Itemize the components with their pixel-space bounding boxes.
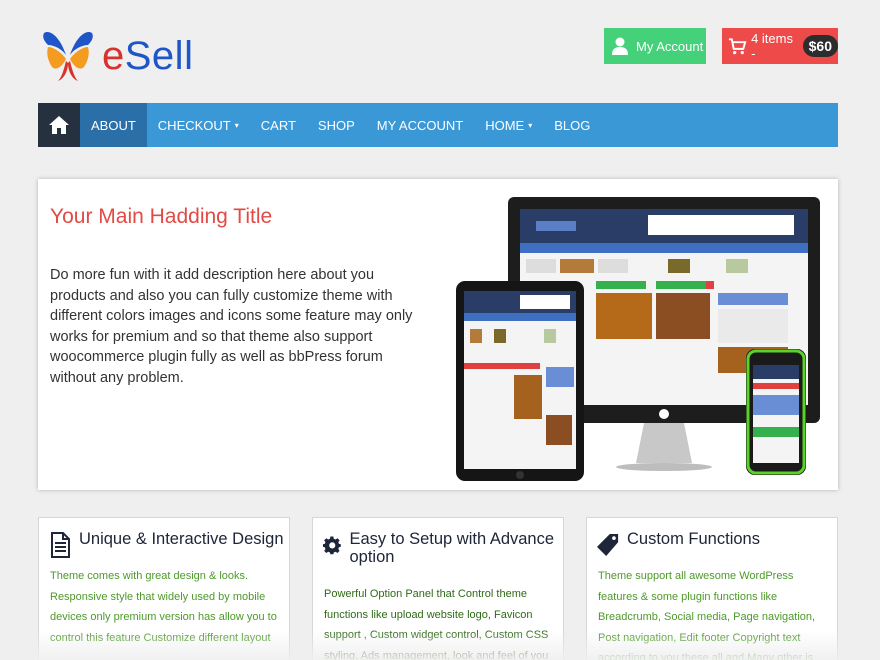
nav-label-my-account: MY ACCOUNT: [376, 117, 464, 133]
cart-items-count: 4 items -: [751, 31, 793, 61]
feature-text: Theme comes with great design & looks. R…: [50, 570, 277, 644]
nav-item-checkout[interactable]: CHECKOUT ▾: [147, 103, 250, 147]
nav-item-cart[interactable]: CART: [250, 103, 307, 147]
main-nav: ABOUT CHECKOUT ▾ CART SHOP MY ACCOUNT HOM…: [38, 103, 838, 147]
nav-label-home: HOME: [485, 117, 525, 133]
gear-icon: [323, 536, 341, 555]
hero-title: Your Main Hadding Title: [50, 205, 273, 228]
logo-text: eSell: [102, 34, 193, 79]
feature-text: Theme support all awesome WordPress feat…: [598, 570, 816, 660]
logo-text-rest: Sell: [124, 33, 194, 78]
nav-label-checkout: CHECKOUT: [157, 117, 231, 133]
nav-label-cart: CART: [260, 117, 296, 133]
tag-icon: [597, 534, 619, 556]
nav-label-about: ABOUT: [91, 117, 136, 133]
nav-label-blog: BLOG: [554, 117, 591, 133]
hero-section: Your Main Hadding Title Do more fun with…: [38, 179, 838, 490]
home-button[interactable]: [38, 103, 80, 147]
feature-heading: Easy to Setup with Advance option: [323, 530, 563, 566]
feature-heading: Unique & Interactive Design: [49, 530, 284, 558]
caret-down-icon: ▾: [234, 120, 239, 130]
feature-card-functions: Custom Functions Theme support all aweso…: [586, 517, 838, 660]
my-account-label: My Account: [636, 38, 704, 54]
cart-icon: [728, 38, 747, 55]
document-icon: [51, 532, 70, 558]
cart-total-badge: $60: [802, 35, 838, 57]
butterfly-logo-icon: [43, 31, 93, 81]
nav-item-shop[interactable]: SHOP: [307, 103, 366, 147]
feature-card-design: Unique & Interactive Design Theme comes …: [38, 517, 290, 660]
feature-card-setup: Easy to Setup with Advance option Powerf…: [312, 517, 564, 660]
nav-item-about[interactable]: ABOUT: [80, 103, 147, 147]
cart-button[interactable]: 4 items - $60: [722, 28, 838, 64]
responsive-devices-image: [456, 197, 820, 481]
feature-title: Unique & Interactive Design: [79, 530, 284, 548]
nav-item-my-account[interactable]: MY ACCOUNT: [366, 103, 474, 147]
logo-text-e: e: [102, 33, 125, 78]
site-logo[interactable]: eSell: [40, 26, 200, 86]
my-account-button[interactable]: My Account: [604, 28, 706, 64]
caret-down-icon: ▾: [528, 120, 533, 130]
nav-label-shop: SHOP: [317, 117, 355, 133]
user-icon: [612, 37, 628, 55]
feature-title: Custom Functions: [627, 530, 760, 548]
feature-title: Easy to Setup with Advance option: [349, 530, 555, 566]
hero-description: Do more fun with it add description here…: [50, 267, 413, 386]
nav-item-blog[interactable]: BLOG: [543, 103, 601, 147]
feature-text: Powerful Option Panel that Control theme…: [324, 588, 549, 660]
feature-heading: Custom Functions: [597, 530, 760, 558]
nav-item-home[interactable]: HOME ▾: [474, 103, 543, 147]
home-icon: [49, 116, 69, 134]
